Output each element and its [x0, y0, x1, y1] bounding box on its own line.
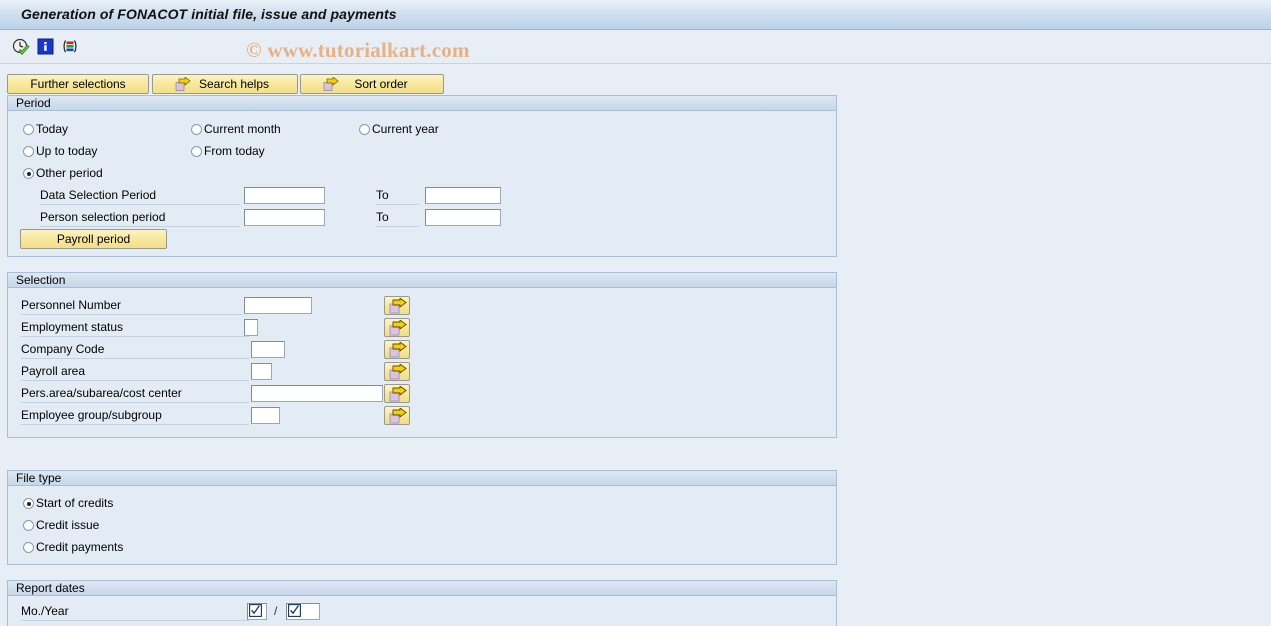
radio-current-year-label: Current year [372, 122, 439, 136]
payroll-period-button[interactable]: Payroll period [20, 229, 167, 249]
execute-clock-icon[interactable] [12, 38, 30, 56]
report-dates-group: Report dates Mo./Year / [7, 580, 837, 626]
further-selections-label: Further selections [30, 77, 126, 91]
company-code-multiple-selection-button[interactable] [384, 340, 410, 359]
radio-from-today-label: From today [204, 144, 265, 158]
radio-today-label: Today [36, 122, 69, 136]
selection-group: Selection Personnel Number Employment st… [7, 272, 837, 438]
radio-dot [359, 124, 370, 135]
page-title: Generation of FONACOT initial file, issu… [21, 6, 397, 22]
selection-group-header: Selection [8, 273, 836, 288]
period-group-title: Period [16, 96, 51, 110]
pers-area-subarea-cost-center-input[interactable] [251, 385, 383, 402]
employee-group-subgroup-input[interactable] [251, 407, 280, 424]
multiple-selection-icon[interactable] [61, 38, 79, 56]
radio-dot [23, 542, 34, 553]
radio-dot [23, 168, 34, 179]
window-title-bar: Generation of FONACOT initial file, issu… [0, 0, 1271, 30]
period-group-header: Period [8, 96, 836, 111]
data-selection-period-to-input[interactable] [425, 187, 501, 204]
payroll-area-multiple-selection-button[interactable] [384, 362, 410, 381]
payroll-area-input[interactable] [251, 363, 272, 380]
arrow-right-icon [157, 76, 191, 92]
period-group: Period Today Current month Current year … [7, 95, 837, 257]
further-selections-button[interactable]: Further selections [7, 74, 149, 94]
data-selection-period-input[interactable] [244, 187, 325, 204]
radio-credit-payments-label: Credit payments [36, 540, 124, 554]
radio-dot [23, 146, 34, 157]
radio-start-of-credits-label: Start of credits [36, 496, 114, 510]
data-selection-period-to-label: To [376, 187, 419, 205]
file-type-group-header: File type [8, 471, 836, 486]
employment-status-multiple-selection-button[interactable] [384, 318, 410, 337]
file-type-group: File type Start of credits Credit issue … [7, 470, 837, 565]
personnel-number-multiple-selection-button[interactable] [384, 296, 410, 315]
arrow-right-icon [389, 386, 407, 402]
arrow-right-icon [389, 320, 407, 336]
arrow-right-icon [389, 342, 407, 358]
search-helps-label: Search helps [198, 77, 270, 91]
selection-group-title: Selection [16, 273, 66, 287]
payroll-area-label: Payroll area [21, 363, 249, 381]
radio-dot [23, 498, 34, 509]
company-code-input[interactable] [251, 341, 285, 358]
month-checkbox-icon [249, 604, 264, 619]
radio-dot [23, 124, 34, 135]
file-type-group-title: File type [16, 471, 62, 485]
employee-group-subgroup-label: Employee group/subgroup [21, 407, 249, 425]
toolbar [0, 31, 1271, 64]
person-selection-period-label: Person selection period [40, 209, 240, 227]
radio-dot [191, 146, 202, 157]
radio-dot [23, 520, 34, 531]
sort-order-button[interactable]: Sort order [300, 74, 444, 94]
employment-status-label: Employment status [21, 319, 249, 337]
radio-current-month-label: Current month [204, 122, 281, 136]
pers-area-subarea-cost-center-label: Pers.area/subarea/cost center [21, 385, 249, 403]
payroll-period-label: Payroll period [56, 232, 131, 246]
person-selection-period-to-label: To [376, 209, 419, 227]
arrow-right-icon [305, 76, 339, 92]
report-dates-group-header: Report dates [8, 581, 836, 596]
personnel-number-input[interactable] [244, 297, 312, 314]
month-year-separator: / [274, 604, 278, 618]
arrow-right-icon [389, 408, 407, 424]
personnel-number-label: Personnel Number [21, 297, 243, 315]
company-code-label: Company Code [21, 341, 249, 359]
year-checkbox-icon [288, 604, 303, 619]
data-selection-period-label: Data Selection Period [40, 187, 240, 205]
arrow-right-icon [389, 364, 407, 380]
information-icon[interactable] [37, 38, 55, 56]
report-dates-group-title: Report dates [16, 581, 85, 595]
radio-credit-issue-label: Credit issue [36, 518, 100, 532]
person-selection-period-input[interactable] [244, 209, 325, 226]
person-selection-period-to-input[interactable] [425, 209, 501, 226]
month-year-label: Mo./Year [21, 603, 249, 621]
sort-order-label: Sort order [354, 77, 408, 91]
employee-group-multiple-selection-button[interactable] [384, 406, 410, 425]
radio-up-to-today-label: Up to today [36, 144, 98, 158]
arrow-right-icon [389, 298, 407, 314]
radio-other-period-label: Other period [36, 166, 103, 180]
radio-dot [191, 124, 202, 135]
pers-area-multiple-selection-button[interactable] [384, 384, 410, 403]
search-helps-button[interactable]: Search helps [152, 74, 298, 94]
employment-status-input[interactable] [244, 319, 258, 336]
